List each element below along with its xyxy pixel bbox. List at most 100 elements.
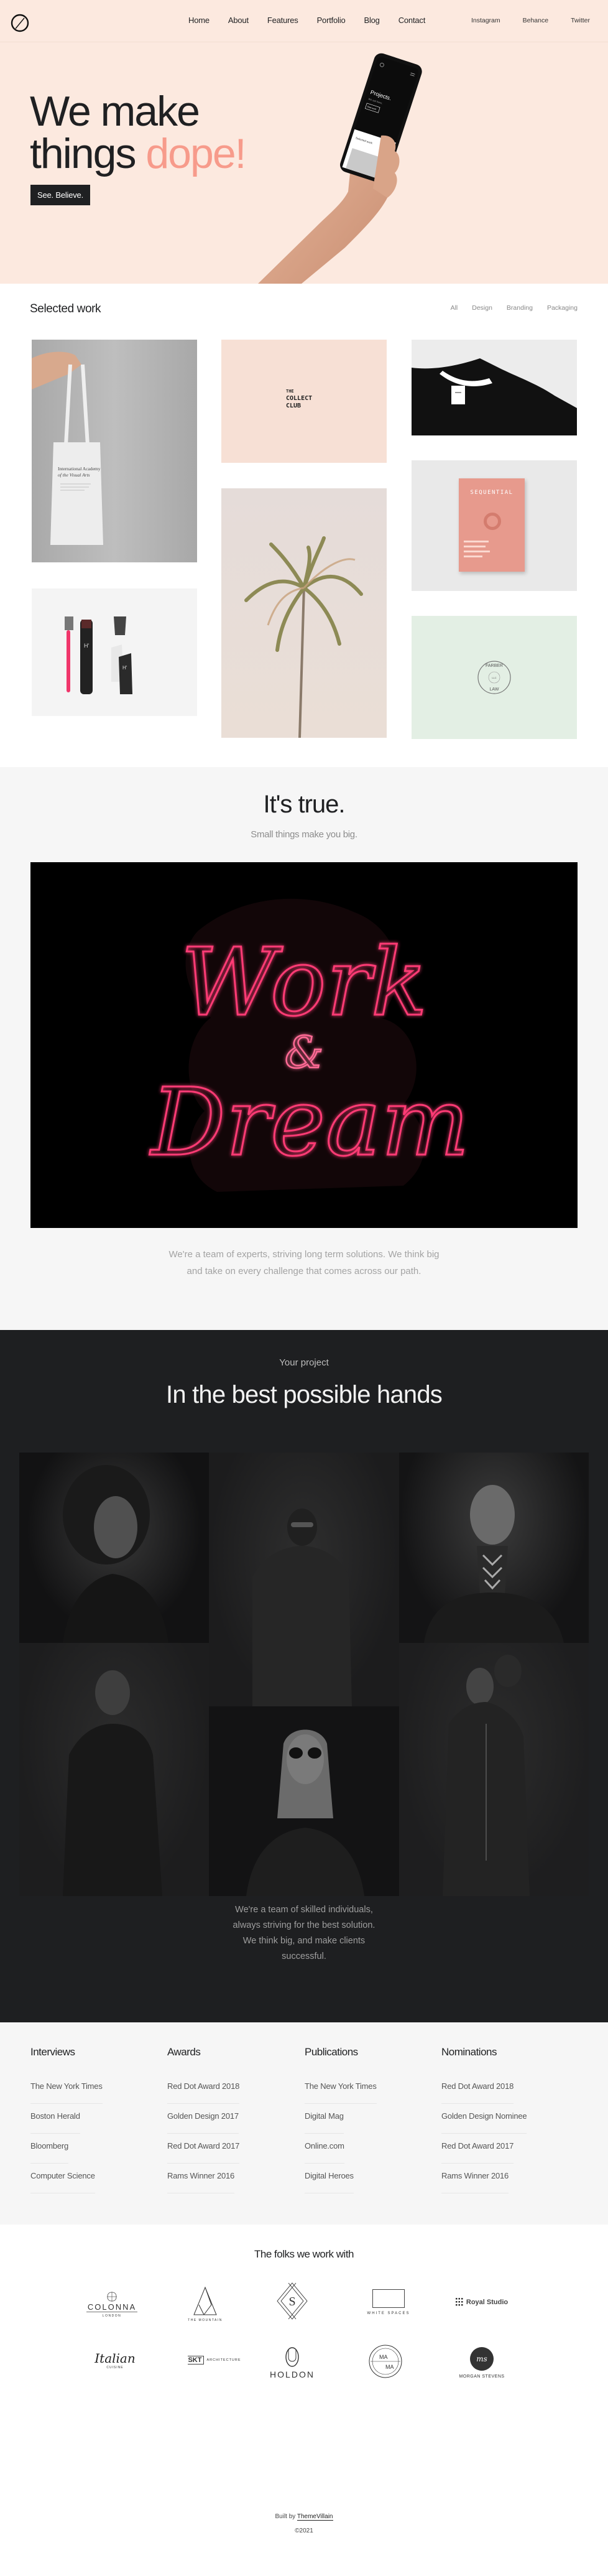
skt-name: SKT	[188, 2355, 205, 2364]
team-photo-1[interactable]	[19, 1453, 209, 1643]
filter-packaging[interactable]: Packaging	[547, 304, 578, 312]
award-item[interactable]: Golden Design 2017	[167, 2104, 239, 2134]
your-project-title: In the best possible hands	[166, 1381, 443, 1408]
interview-item[interactable]: Bloomberg	[30, 2134, 68, 2164]
your-project-section: Your project In the best possible hands	[0, 1330, 608, 2022]
your-project-paragraph: We're a team of skilled individuals, alw…	[233, 1905, 375, 1961]
client-logo-colonna[interactable]: COLONNA LONDON	[86, 2282, 138, 2326]
its-true-title: It's true.	[263, 791, 345, 818]
nomination-item[interactable]: Rams Winner 2016	[441, 2164, 509, 2193]
social-behance[interactable]: Behance	[523, 17, 548, 24]
nav-features[interactable]: Features	[267, 16, 298, 25]
royal-studio-name: Royal Studio	[466, 2299, 509, 2306]
magazine-cover: SEQUENTIAL	[459, 478, 525, 572]
interview-item[interactable]: The New York Times	[30, 2074, 103, 2104]
portfolio-item-tote-bag[interactable]: International Academy of the Visual Arts	[32, 340, 197, 562]
themevillain-link[interactable]: ThemeVillain	[297, 2513, 333, 2521]
interviews-column: Interviews The New York Times Boston Her…	[30, 2046, 155, 2193]
team-photo-grid	[19, 1453, 589, 1896]
holdon-arch-icon	[285, 2347, 299, 2367]
client-logo-s-diamond[interactable]: S	[274, 2281, 311, 2321]
interview-item[interactable]: Computer Science	[30, 2164, 95, 2193]
portfolio-item-collect-club[interactable]: THE COLLECT CLUB	[221, 340, 387, 463]
social-twitter[interactable]: Twitter	[571, 17, 590, 24]
client-logo-the-mountain[interactable]: THE MOUNTAIN	[180, 2281, 230, 2327]
main-menu: Home About Features Portfolio Blog Conta…	[188, 16, 425, 25]
client-logo-royal-studio[interactable]: Royal Studio	[444, 2290, 519, 2315]
mama-circle-icon: MA MA	[369, 2345, 402, 2378]
publication-item[interactable]: Digital Mag	[305, 2104, 344, 2134]
publications-heading: Publications	[305, 2046, 358, 2058]
filter-design[interactable]: Design	[472, 304, 492, 312]
s-diamond-icon: S	[277, 2282, 308, 2320]
neon-word-dream: Dream	[149, 1069, 469, 1177]
razor-mark-2: H'	[122, 665, 127, 671]
client-logo-morgan-stevens[interactable]: ms MORGAN STEVENS	[448, 2343, 516, 2383]
social-instagram[interactable]: Instagram	[471, 17, 500, 24]
publication-item[interactable]: The New York Times	[305, 2074, 377, 2104]
selected-work-section: Selected work All Design Branding Packag…	[0, 284, 608, 767]
hero-line1: We make	[30, 88, 200, 135]
site-logo[interactable]	[11, 14, 29, 32]
award-item[interactable]: Rams Winner 2016	[167, 2164, 234, 2193]
white-spaces-name: WHITE SPACES	[367, 2312, 410, 2315]
recognition-section: Interviews The New York Times Boston Her…	[0, 2022, 608, 2225]
hero-line2: things	[30, 130, 146, 177]
work-and-dream-neon: Work & Dream	[148, 898, 471, 1192]
client-logo-mama[interactable]: MA MA	[367, 2343, 404, 2380]
client-logo-italian-cuisine[interactable]: Italian CUISINE	[93, 2346, 137, 2374]
filter-branding[interactable]: Branding	[507, 304, 533, 312]
award-item[interactable]: Red Dot Award 2018	[167, 2074, 239, 2104]
social-links: Instagram Behance Twitter	[449, 17, 590, 24]
morgan-stevens-name: MORGAN STEVENS	[459, 2374, 505, 2379]
client-logo-holdon[interactable]: HOLDON	[267, 2343, 317, 2383]
nomination-item[interactable]: Red Dot Award 2017	[441, 2134, 514, 2164]
client-logo-skt-architecture[interactable]: SKT ARCHITECTURE	[180, 2349, 249, 2371]
see-believe-button[interactable]: See. Believe.	[30, 185, 91, 205]
nomination-item[interactable]: Red Dot Award 2018	[441, 2074, 514, 2104]
team-photo-6[interactable]	[399, 1643, 589, 1896]
awards-column: Awards Red Dot Award 2018 Golden Design …	[167, 2046, 292, 2193]
publication-item[interactable]: Online.com	[305, 2134, 344, 2164]
italian-name: Italian	[94, 2350, 136, 2366]
portrait-2	[252, 1509, 352, 1706]
nav-portfolio[interactable]: Portfolio	[317, 16, 346, 25]
tote-caption-line2: of the Visual Arts	[58, 472, 90, 478]
nav-blog[interactable]: Blog	[364, 16, 379, 25]
tote-bag-image: International Academy of the Visual Arts	[32, 351, 103, 545]
clients-title: The folks we work with	[254, 2248, 354, 2260]
portrait-5	[246, 1729, 364, 1896]
publications-column: Publications The New York Times Digital …	[305, 2046, 429, 2193]
mountain-name: THE MOUNTAIN	[188, 2318, 223, 2322]
filter-all[interactable]: All	[451, 304, 458, 312]
hero-section: We make things dope! See. Believe. Proje…	[0, 42, 608, 284]
portfolio-item-sequential-magazine[interactable]: SEQUENTIAL	[412, 460, 577, 591]
razor-kit-image: H' H'	[65, 616, 132, 694]
team-photo-2[interactable]	[209, 1453, 399, 1706]
portfolio-item-farber-law[interactable]: FARBER LLC LAW	[412, 616, 577, 739]
copyright: ©2021	[295, 2527, 313, 2534]
nav-contact[interactable]: Contact	[398, 16, 426, 25]
interview-item[interactable]: Boston Herald	[30, 2104, 80, 2134]
client-logo-white-spaces[interactable]: WHITE SPACES	[364, 2284, 413, 2321]
portrait-3	[424, 1485, 564, 1643]
farber-bottom-text: LAW	[490, 687, 499, 692]
publication-item[interactable]: Digital Heroes	[305, 2164, 354, 2193]
nomination-item[interactable]: Golden Design Nominee	[441, 2104, 527, 2134]
nav-home[interactable]: Home	[188, 16, 210, 25]
colonna-knot-icon	[107, 2291, 117, 2302]
colonna-name: COLONNA	[86, 2302, 138, 2312]
portfolio-item-razor-kit[interactable]: H' H'	[32, 588, 197, 716]
razor-mark-1: H'	[84, 643, 89, 649]
portfolio-item-palm-tree[interactable]	[221, 488, 387, 738]
nav-about[interactable]: About	[228, 16, 249, 25]
awards-heading: Awards	[167, 2046, 201, 2058]
portfolio-item-black-tshirt[interactable]	[412, 340, 577, 435]
team-photo-3[interactable]	[399, 1453, 589, 1643]
team-photo-4[interactable]	[19, 1643, 209, 1896]
morgan-stevens-monogram: ms	[470, 2347, 494, 2371]
team-photo-5[interactable]	[209, 1706, 399, 1896]
award-item[interactable]: Red Dot Award 2017	[167, 2134, 239, 2164]
holdon-name: HOLDON	[270, 2369, 315, 2379]
portfolio-filters: All Design Branding Packaging	[436, 304, 578, 312]
